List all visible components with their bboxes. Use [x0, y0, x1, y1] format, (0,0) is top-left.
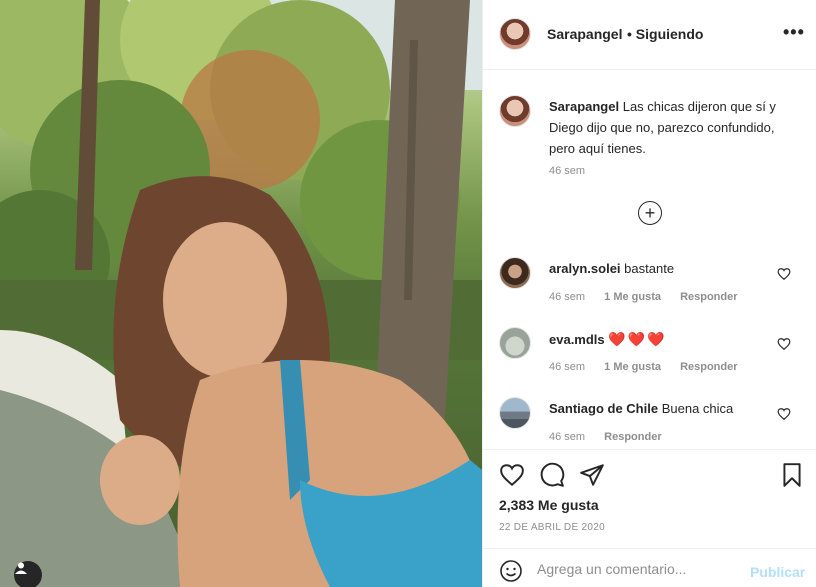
- comment-username[interactable]: eva.mdls: [549, 332, 605, 347]
- comment-reply-button[interactable]: Responder: [604, 431, 661, 443]
- caption: Sarapangel Las chicas dijeron que sí y D…: [549, 96, 799, 159]
- comment-meta: 46 sem 1 Me gusta Responder: [549, 291, 754, 303]
- post-header: Sarapangel • Siguiendo •••: [483, 0, 816, 70]
- comment-meta: 46 sem Responder: [549, 431, 678, 443]
- comment-time[interactable]: 46 sem: [549, 291, 585, 303]
- more-options-icon[interactable]: •••: [783, 22, 805, 43]
- like-heart-icon[interactable]: [499, 462, 525, 488]
- comment-body: bastante: [624, 261, 675, 276]
- publish-comment-button[interactable]: Publicar: [750, 564, 805, 580]
- comment-like-heart-icon[interactable]: [777, 267, 791, 281]
- post-photo[interactable]: [0, 0, 482, 587]
- comment-meta: 46 sem 1 Me gusta Responder: [549, 361, 754, 373]
- comment: Santiago de Chile Buena chica 46 sem Res…: [483, 397, 816, 457]
- add-comment-input[interactable]: [537, 558, 737, 580]
- caption-time[interactable]: 46 sem: [549, 165, 585, 177]
- comment-avatar[interactable]: [499, 257, 531, 289]
- user-icon: [15, 562, 27, 574]
- comment-time[interactable]: 46 sem: [549, 361, 585, 373]
- author-username[interactable]: Sarapangel: [547, 26, 622, 42]
- comment: eva.mdls ❤️❤️❤️ 46 sem 1 Me gusta Respon…: [483, 327, 816, 387]
- post-date[interactable]: 22 DE ABRIL DE 2020: [499, 522, 605, 533]
- comment-likes[interactable]: 1 Me gusta: [604, 361, 661, 373]
- add-comment-bar: Publicar: [483, 548, 816, 587]
- comment-username[interactable]: Santiago de Chile: [549, 401, 658, 416]
- comment-text: Santiago de Chile Buena chica: [549, 401, 769, 416]
- follow-status[interactable]: • Siguiendo: [627, 26, 703, 42]
- comment-reply-button[interactable]: Responder: [680, 361, 737, 373]
- photo-illustration: [0, 0, 482, 587]
- comment-time[interactable]: 46 sem: [549, 431, 585, 443]
- post-actions: 2,383 Me gusta 22 DE ABRIL DE 2020: [483, 449, 816, 549]
- comment-text: eva.mdls ❤️❤️❤️: [549, 331, 769, 348]
- post-side-panel: Sarapangel • Siguiendo ••• Sarapangel La…: [482, 0, 816, 587]
- comment-likes[interactable]: 1 Me gusta: [604, 291, 661, 303]
- user-tag-button[interactable]: [14, 561, 42, 587]
- emoji-icon[interactable]: [499, 559, 523, 583]
- comment-avatar[interactable]: [499, 327, 531, 359]
- comment: aralyn.solei bastante 46 sem 1 Me gusta …: [483, 257, 816, 317]
- comment-icon[interactable]: [539, 462, 565, 488]
- caption-avatar[interactable]: [499, 95, 531, 127]
- comment-avatar[interactable]: [499, 397, 531, 429]
- share-send-icon[interactable]: [579, 462, 605, 488]
- comment-username[interactable]: aralyn.solei: [549, 261, 621, 276]
- author-avatar[interactable]: [499, 18, 531, 50]
- load-more-comments-icon[interactable]: +: [638, 201, 662, 225]
- comment-body: ❤️❤️❤️: [608, 331, 667, 347]
- comment-body: Buena chica: [661, 401, 734, 416]
- comment-like-heart-icon[interactable]: [777, 407, 791, 421]
- caption-username[interactable]: Sarapangel: [549, 99, 619, 114]
- save-bookmark-icon[interactable]: [779, 462, 805, 488]
- comment-reply-button[interactable]: Responder: [680, 291, 737, 303]
- comment-text: aralyn.solei bastante: [549, 261, 769, 276]
- comment-like-heart-icon[interactable]: [777, 337, 791, 351]
- likes-count[interactable]: 2,383 Me gusta: [499, 497, 599, 513]
